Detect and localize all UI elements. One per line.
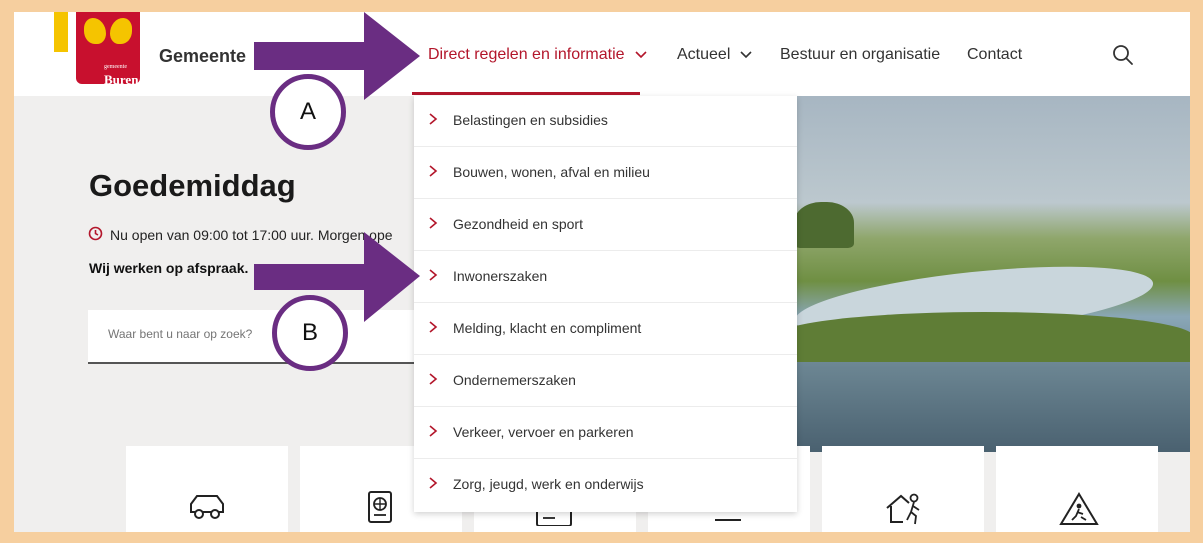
nav-item-label: Actueel <box>677 46 731 63</box>
roadwork-icon <box>1059 492 1099 525</box>
dropdown-item-label: Inwonerszaken <box>453 268 548 284</box>
hero-meadow <box>774 312 1190 362</box>
brand-name[interactable]: Gemeente <box>159 46 246 67</box>
browser-frame: gemeente Buren Gemeente Direct regelen e… <box>14 12 1190 532</box>
dropdown-item-label: Ondernemerszaken <box>453 372 576 388</box>
dropdown-item-ondernemerszaken[interactable]: Ondernemerszaken <box>414 356 797 407</box>
chevron-right-icon <box>428 268 438 287</box>
chevron-right-icon <box>428 372 438 391</box>
dropdown-item-label: Zorg, jeugd, werk en onderwijs <box>453 476 644 492</box>
nav-item-label: Contact <box>967 46 1023 63</box>
dropdown-item-inwonerszaken[interactable]: Inwonerszaken <box>414 252 797 303</box>
dropdown-item-gezondheid[interactable]: Gezondheid en sport <box>414 200 797 251</box>
chevron-right-icon <box>428 424 438 443</box>
nav-item-bestuur[interactable]: Bestuur en organisatie <box>780 46 940 64</box>
annotation-label-a: A <box>270 74 346 150</box>
dropdown-item-label: Bouwen, wonen, afval en milieu <box>453 164 650 180</box>
dropdown-item-melding[interactable]: Melding, klacht en compliment <box>414 304 797 355</box>
dropdown-item-zorg[interactable]: Zorg, jeugd, werk en onderwijs <box>414 460 797 511</box>
logo-lion-icon <box>110 18 132 44</box>
nav-item-label: Direct regelen en informatie <box>428 46 625 63</box>
search-icon[interactable] <box>1112 44 1134 71</box>
gemeente-buren-logo[interactable]: gemeente Buren <box>54 12 146 94</box>
chevron-right-icon <box>428 164 438 183</box>
dropdown-item-verkeer[interactable]: Verkeer, vervoer en parkeren <box>414 408 797 459</box>
chevron-right-icon <box>428 320 438 339</box>
clock-icon <box>88 226 103 246</box>
logo-yellow-bar <box>54 12 68 52</box>
dropdown-menu: Belastingen en subsidies Bouwen, wonen, … <box>414 96 797 512</box>
passport-icon <box>368 491 392 523</box>
dropdown-item-label: Belastingen en subsidies <box>453 112 608 128</box>
site-header: gemeente Buren Gemeente Direct regelen e… <box>14 12 1190 96</box>
dropdown-item-bouwen[interactable]: Bouwen, wonen, afval en milieu <box>414 148 797 199</box>
house-person-icon <box>886 493 920 525</box>
chevron-down-icon <box>634 46 647 64</box>
tile-house-person[interactable] <box>822 446 984 532</box>
nav-item-actueel[interactable]: Actueel <box>677 46 752 64</box>
hero-trees <box>794 202 854 248</box>
tile-roadwork[interactable] <box>996 446 1158 532</box>
logo-small-text: gemeente <box>104 64 127 70</box>
annotation-label-b: B <box>272 295 348 371</box>
chevron-right-icon <box>428 112 438 131</box>
appointment-notice: Wij werken op afspraak. <box>89 260 249 276</box>
dropdown-item-label: Melding, klacht en compliment <box>453 320 642 336</box>
dropdown-item-label: Gezondheid en sport <box>453 216 583 232</box>
nav-item-label: Bestuur en organisatie <box>780 46 941 63</box>
logo-text: Buren <box>104 72 139 87</box>
dropdown-item-label: Verkeer, vervoer en parkeren <box>453 424 634 440</box>
chevron-right-icon <box>428 216 438 235</box>
chevron-down-icon <box>740 46 752 64</box>
chevron-right-icon <box>428 476 438 495</box>
tile-car[interactable] <box>126 446 288 532</box>
page-title: Goedemiddag <box>89 168 296 203</box>
car-icon <box>190 495 224 519</box>
nav-item-contact[interactable]: Contact <box>967 46 1022 64</box>
dropdown-item-belastingen[interactable]: Belastingen en subsidies <box>414 96 797 147</box>
active-nav-underline <box>412 92 640 95</box>
nav-item-direct-regelen[interactable]: Direct regelen en informatie <box>428 46 647 64</box>
